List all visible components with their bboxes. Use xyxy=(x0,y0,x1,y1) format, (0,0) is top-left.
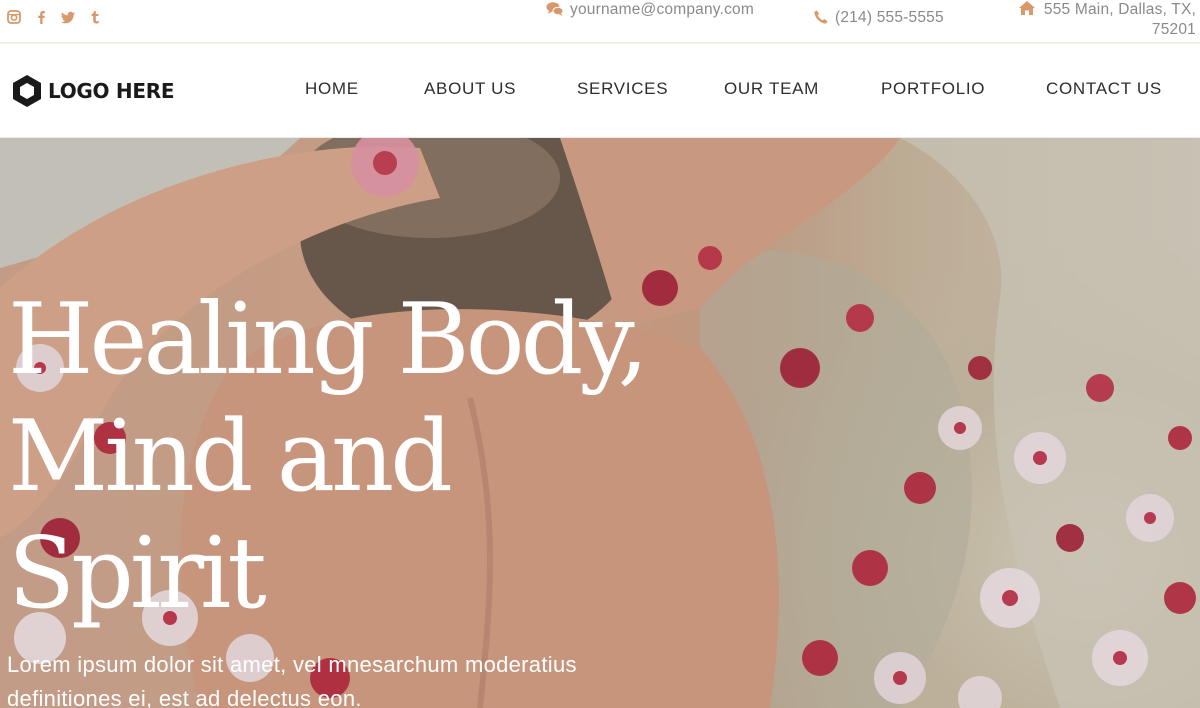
hero-title-line: Mind and xyxy=(8,400,453,514)
hero-section: Healing Body, Mind and Spirit Lorem ipsu… xyxy=(0,138,1200,708)
tumblr-icon[interactable] xyxy=(87,9,103,25)
nav-item-services[interactable]: SERVICES xyxy=(577,79,668,99)
social-links xyxy=(6,9,103,25)
hero-subtitle: Lorem ipsum dolor sit amet, vel mnesarch… xyxy=(7,652,577,708)
facebook-icon[interactable] xyxy=(33,9,49,25)
nav-item-about-us[interactable]: ABOUT US xyxy=(424,79,516,99)
chat-icon xyxy=(546,2,564,16)
hero-title-line: Healing Body, xyxy=(8,283,649,397)
main-navbar: LOGO HERE HOME ABOUT US SERVICES OUR TEA… xyxy=(0,44,1200,138)
phone-text: (214) 555-5555 xyxy=(835,9,944,26)
email-text: yourname@company.com xyxy=(570,1,754,18)
contact-address[interactable]: 555 Main, Dallas, TX, 75201 xyxy=(1016,0,1196,40)
phone-icon xyxy=(814,10,828,24)
home-icon xyxy=(1019,1,1035,15)
nav-item-portfolio[interactable]: PORTFOLIO xyxy=(881,79,985,99)
nav-item-our-team[interactable]: OUR TEAM xyxy=(724,79,819,99)
hero-title: Healing Body, Mind and Spirit xyxy=(8,282,768,633)
primary-nav: HOME ABOUT US SERVICES OUR TEAM PORTFOLI… xyxy=(0,79,1200,103)
twitter-icon[interactable] xyxy=(60,9,76,25)
nav-item-contact-us[interactable]: CONTACT US xyxy=(1046,79,1162,99)
instagram-icon[interactable] xyxy=(6,9,22,25)
nav-item-home[interactable]: HOME xyxy=(305,79,359,99)
contact-phone[interactable]: (214) 555-5555 xyxy=(812,8,962,28)
contact-email[interactable]: yourname@company.com xyxy=(546,0,754,20)
hero-title-line: Spirit xyxy=(8,517,267,631)
address-text: 555 Main, Dallas, TX, 75201 xyxy=(1043,1,1196,38)
top-info-bar: yourname@company.com (214) 555-5555 555 … xyxy=(0,0,1200,44)
